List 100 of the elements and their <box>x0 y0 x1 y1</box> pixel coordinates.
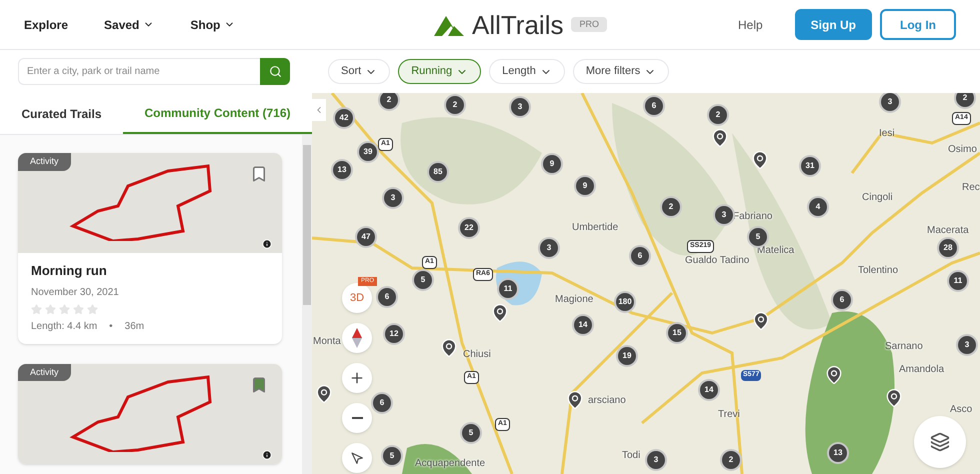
trail-cluster-marker[interactable]: 31 <box>799 155 821 177</box>
card-title: Morning run <box>31 262 108 280</box>
trail-cluster-marker[interactable]: 12 <box>383 323 405 345</box>
trail-cluster-marker[interactable]: 14 <box>698 379 720 401</box>
separator: • <box>109 320 113 334</box>
activity-card[interactable]: Activity Morning run November 30, 2021 Length: 4.4 km • 36m <box>18 153 282 344</box>
map-pin-icon[interactable] <box>314 384 334 404</box>
mountain-logo-icon <box>434 14 464 36</box>
trail-cluster-marker[interactable]: 2 <box>707 104 729 126</box>
search-field[interactable]: Enter a city, park or trail name <box>18 58 260 85</box>
trail-cluster-marker[interactable]: 15 <box>666 322 688 344</box>
map-pin-icon[interactable] <box>824 365 844 385</box>
place-label: Fabriano <box>733 210 772 224</box>
scrollbar[interactable] <box>302 135 312 474</box>
trail-cluster-marker[interactable]: 42 <box>333 107 355 129</box>
help-link[interactable]: Help <box>738 16 763 34</box>
layers-icon <box>930 432 950 452</box>
nav-link[interactable]: Shop <box>190 16 236 34</box>
map-pin-icon[interactable] <box>490 303 510 323</box>
trail-cluster-marker[interactable]: 6 <box>831 289 853 311</box>
trail-cluster-marker[interactable]: 47 <box>355 226 377 248</box>
map-layers-button[interactable] <box>914 416 966 468</box>
trail-cluster-marker[interactable]: 19 <box>616 345 638 367</box>
trail-cluster-marker[interactable]: 39 <box>357 141 379 163</box>
search-button[interactable] <box>260 58 290 85</box>
trail-cluster-marker[interactable]: 2 <box>720 449 742 471</box>
trail-cluster-marker[interactable]: 6 <box>376 286 398 308</box>
trail-cluster-marker[interactable]: 5 <box>412 269 434 291</box>
place-label: Umbertide <box>572 221 618 235</box>
badge: Activity <box>18 153 71 170</box>
place-label: Cingoli <box>862 191 893 205</box>
filter-chip[interactable]: Sort <box>328 59 390 84</box>
minus-icon <box>352 417 362 419</box>
map-pin-icon[interactable] <box>710 128 730 148</box>
place-label: Tolentino <box>858 264 898 278</box>
trail-cluster-marker[interactable]: 5 <box>460 422 482 444</box>
place-label: arsciano <box>588 394 626 408</box>
trail-cluster-marker[interactable]: 9 <box>574 175 596 197</box>
bookmark-icon[interactable] <box>250 165 268 183</box>
trail-cluster-marker[interactable]: 3 <box>956 334 978 356</box>
trail-cluster-marker[interactable]: 6 <box>371 392 393 414</box>
place-label: Monta <box>313 335 341 349</box>
filter-chip[interactable]: Running <box>398 59 482 84</box>
trail-cluster-marker[interactable]: 2 <box>378 93 400 111</box>
map-pin-icon[interactable] <box>751 311 771 331</box>
trail-cluster-marker[interactable]: 3 <box>538 237 560 259</box>
trail-cluster-marker[interactable]: 9 <box>541 153 563 175</box>
map-pin-icon[interactable] <box>565 390 585 410</box>
trail-cluster-marker[interactable]: 13 <box>331 159 353 181</box>
trail-cluster-marker[interactable]: 6 <box>629 245 651 267</box>
compass-button[interactable] <box>342 323 372 353</box>
logo-text: AllTrails <box>472 12 564 38</box>
card-date: November 30, 2021 <box>31 286 120 300</box>
activity-card[interactable]: Activity <box>18 364 282 464</box>
nav-link[interactable]: Saved <box>104 16 154 34</box>
card-length: Length: 4.4 km <box>31 320 98 334</box>
bookmark-icon[interactable] <box>250 376 268 394</box>
place-label: Asco <box>950 403 972 417</box>
filter-chip[interactable]: Length <box>489 59 565 84</box>
trail-cluster-marker[interactable]: 180 <box>614 291 636 313</box>
info-icon[interactable] <box>262 239 272 249</box>
trail-cluster-marker[interactable]: 3 <box>509 96 531 118</box>
trail-cluster-marker[interactable]: 4 <box>807 196 829 218</box>
filter-chip[interactable]: More filters <box>572 59 670 84</box>
info-icon[interactable] <box>262 450 272 460</box>
trail-cluster-marker[interactable]: 14 <box>572 314 594 336</box>
place-label: Amandola <box>899 363 944 377</box>
trail-cluster-marker[interactable]: 22 <box>458 217 480 239</box>
map-pin-icon[interactable] <box>750 150 770 170</box>
place-label: Gualdo Tadino <box>685 254 750 268</box>
place-label: Rec <box>962 181 980 195</box>
zoom-in-button[interactable] <box>342 363 372 393</box>
trail-cluster-marker[interactable]: 28 <box>937 237 959 259</box>
place-label: Osimo <box>948 143 977 157</box>
map[interactable] <box>312 93 980 474</box>
trail-cluster-marker[interactable]: 3 <box>645 449 667 471</box>
map-pin-icon[interactable] <box>884 388 904 408</box>
place-label: Macerata <box>927 224 969 238</box>
trail-cluster-marker[interactable]: 5 <box>381 445 403 467</box>
search-icon <box>268 65 282 78</box>
trail-cluster-marker[interactable]: 6 <box>643 95 665 117</box>
trail-cluster-marker[interactable]: 2 <box>444 94 466 116</box>
trail-cluster-marker[interactable]: 11 <box>947 270 969 292</box>
place-label: Magione <box>555 293 594 307</box>
tab[interactable]: Curated Trails <box>0 93 123 134</box>
map-pin-icon[interactable] <box>439 338 459 358</box>
nav-link[interactable]: Explore <box>24 16 68 34</box>
plus-icon <box>349 370 365 386</box>
trail-cluster-marker[interactable]: 2 <box>954 93 976 109</box>
badge: Activity <box>18 364 71 381</box>
trail-cluster-marker[interactable]: 3 <box>382 187 404 209</box>
card-duration: 36m <box>124 320 144 334</box>
compass-icon <box>352 328 362 348</box>
zoom-out-button[interactable] <box>342 403 372 433</box>
trail-cluster-marker[interactable]: 3 <box>879 93 901 113</box>
navigation-arrow-icon <box>350 452 364 464</box>
pro-badge: PRO <box>571 16 607 32</box>
place-label: Todi <box>622 449 640 463</box>
3d-button[interactable]: 3D <box>342 283 372 313</box>
locate-button[interactable] <box>342 443 372 473</box>
